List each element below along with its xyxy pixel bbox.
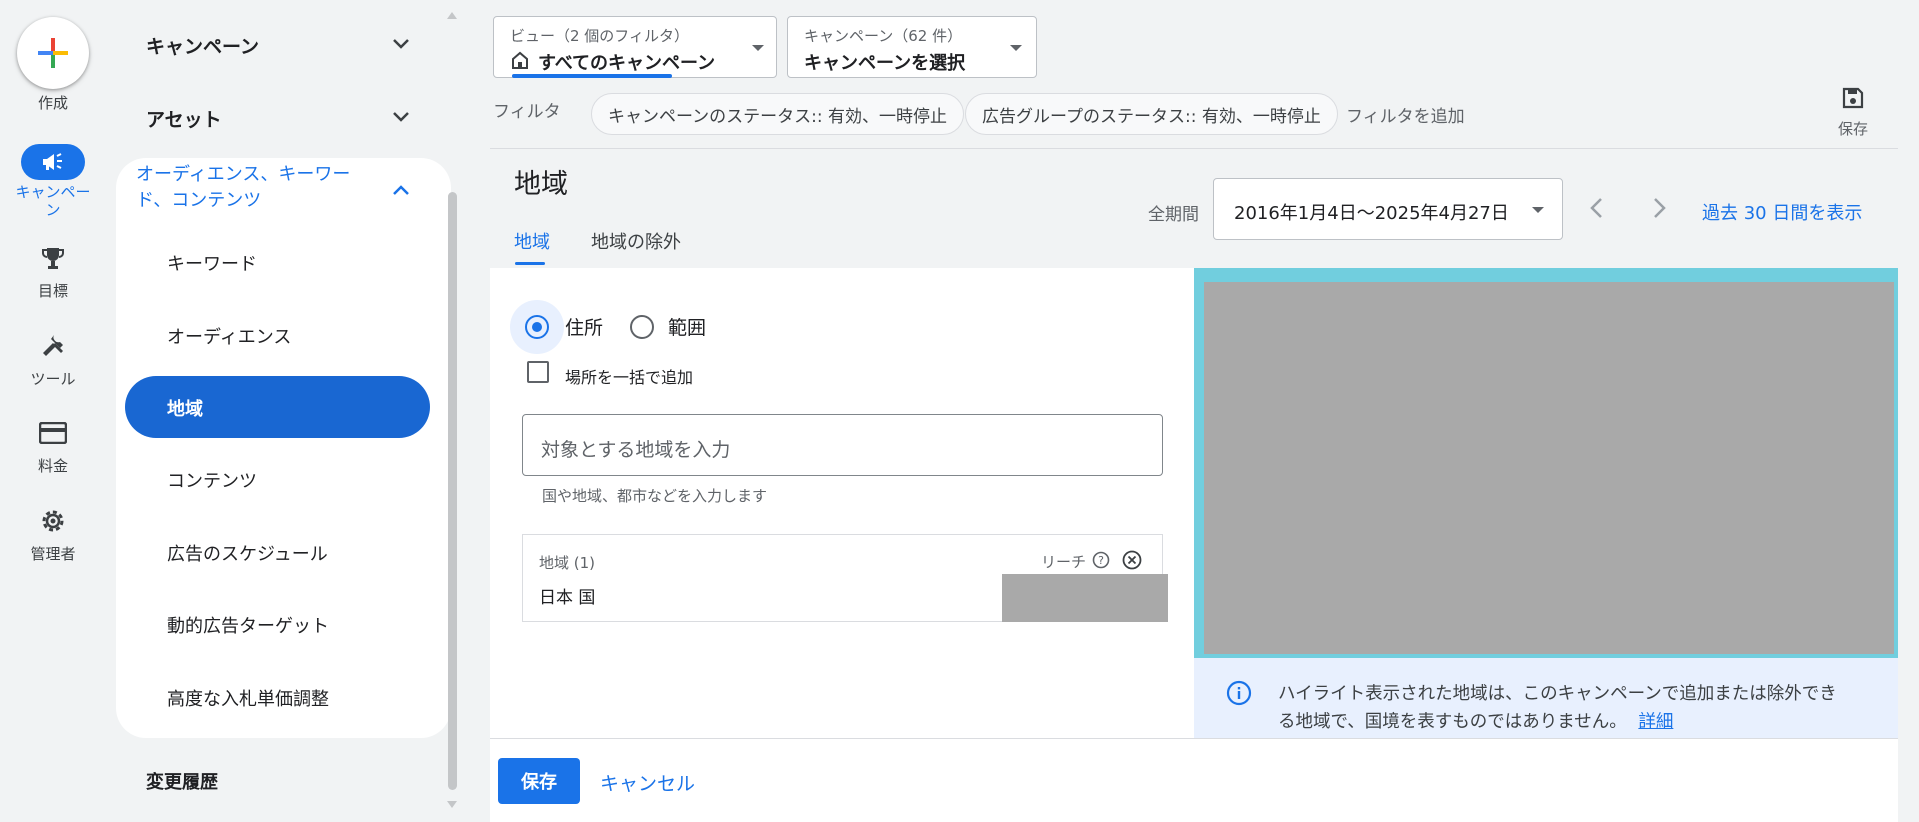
view-dropdown[interactable]: ビュー（2 個のフィルタ） すべてのキャンペーン [493, 16, 777, 78]
nav-sub-dynamic-ad-targets[interactable]: 動的広告ターゲット [167, 612, 329, 638]
page-title: 地域 [514, 169, 568, 200]
gear-icon [42, 510, 64, 532]
info-text-line2: る地域で、国境を表すものではありません。 詳細 [1278, 708, 1673, 733]
help-icon[interactable]: ? [1092, 551, 1110, 569]
nav-item-campaigns[interactable]: キャンペーン [146, 32, 259, 59]
home-icon [512, 51, 528, 69]
tab-indicator [515, 262, 545, 265]
caret-down-icon [752, 45, 764, 51]
map-redacted [1204, 282, 1894, 654]
location-item: 日本 国 [539, 588, 596, 608]
location-search-placeholder: 対象とする地域を入力 [541, 439, 731, 461]
chevron-down-icon[interactable] [386, 29, 416, 59]
rail-item-billing[interactable] [33, 418, 73, 448]
nav-section-title[interactable]: オーディエンス、キーワード、コンテンツ [136, 162, 366, 214]
bulk-add-checkbox[interactable] [527, 361, 549, 383]
info-text-line1: ハイライト表示された地域は、このキャンペーンで追加または除外でき [1278, 684, 1837, 704]
radio-address[interactable] [525, 315, 549, 339]
header-save-label: 保存 [1838, 120, 1869, 138]
view-dropdown-value: すべてのキャンペーン [538, 53, 716, 74]
svg-text:?: ? [1098, 554, 1104, 567]
chevron-left-icon[interactable] [1587, 196, 1607, 220]
right-gutter [1898, 148, 1919, 822]
map-info-banner: ハイライト表示された地域は、このキャンペーンで追加または除外でき る地域で、国境… [1194, 658, 1898, 738]
nav-section-card [116, 158, 451, 738]
main-area: ビュー（2 個のフィルタ） すべてのキャンペーン キャンペーン（62 件） キャ… [490, 0, 1919, 822]
rail-item-tools[interactable] [33, 330, 73, 360]
add-filter-button[interactable]: フィルタを追加 [1346, 102, 1465, 127]
date-range-dropdown[interactable]: 2016年1月4日〜2025年4月27日 [1213, 178, 1563, 240]
tools-icon [43, 335, 63, 356]
campaign-dropdown-value: キャンペーンを選択 [804, 53, 966, 74]
nav-sub-bid-adjustments[interactable]: 高度な入札単価調整 [167, 685, 329, 711]
save-button[interactable]: 保存 [498, 758, 580, 804]
left-rail: 作成 キャンペーン 目標 ツール 料金 管理者 [0, 0, 106, 822]
campaign-dropdown-caption: キャンペーン（62 件） [804, 27, 963, 45]
view-dropdown-caption: ビュー（2 個のフィルタ） [510, 27, 690, 45]
rail-label-goals: 目標 [37, 282, 68, 300]
plus-icon [38, 38, 68, 68]
secondary-nav: キャンペーン アセット オーディエンス、キーワード、コンテンツ キーワード オー… [106, 0, 476, 822]
radio-address-label: 住所 [565, 317, 604, 339]
rail-item-goals[interactable] [33, 243, 73, 273]
info-text-body: る地域で、国境を表すものではありません。 [1278, 712, 1627, 732]
remove-icon[interactable] [1122, 550, 1142, 570]
trophy-icon [42, 248, 64, 269]
period-label: 全期間 [1148, 205, 1199, 225]
header-divider [490, 148, 1898, 149]
rail-item-campaigns[interactable] [21, 144, 85, 180]
bulk-add-label: 場所を一括で追加 [565, 368, 694, 387]
rail-label-admin: 管理者 [30, 545, 76, 563]
info-icon [1226, 680, 1252, 706]
campaign-dropdown[interactable]: キャンペーン（62 件） キャンペーンを選択 [787, 16, 1037, 78]
cancel-button[interactable]: キャンセル [600, 769, 695, 796]
nav-sub-ad-schedule[interactable]: 広告のスケジュール [167, 540, 328, 566]
date-range-value: 2016年1月4日〜2025年4月27日 [1234, 203, 1509, 224]
rail-item-admin[interactable] [33, 506, 73, 536]
location-search-input[interactable]: 対象とする地域を入力 [522, 414, 1163, 476]
nav-sub-locations[interactable]: 地域 [167, 395, 203, 421]
chevron-right-icon[interactable] [1649, 196, 1669, 220]
nav-sub-audiences[interactable]: オーディエンス [167, 323, 291, 349]
create-button[interactable] [17, 17, 89, 89]
nav-scroll-thumb[interactable] [448, 192, 457, 790]
nav-item-change-history[interactable]: 変更履歴 [146, 768, 218, 794]
header-save-button[interactable]: 保存 [1828, 86, 1878, 138]
tab-excluded-locations[interactable]: 地域の除外 [591, 228, 681, 254]
radio-radius[interactable] [630, 315, 654, 339]
megaphone-icon [43, 153, 62, 170]
filter-chip-adgroup-status[interactable]: 広告グループのステータス:: 有効、一時停止 [965, 93, 1338, 135]
reach-label: リーチ [1041, 553, 1087, 571]
list-header: 地域 (1) [539, 554, 596, 572]
chevron-up-icon[interactable] [386, 175, 416, 205]
save-icon [1842, 87, 1864, 109]
rail-label-billing: 料金 [37, 457, 68, 475]
reach-value-redacted [1002, 574, 1168, 622]
create-label: 作成 [37, 94, 68, 112]
caret-down-icon [1532, 207, 1544, 213]
rail-label-tools: ツール [30, 370, 76, 388]
location-search-helper: 国や地域、都市などを入力します [542, 487, 768, 505]
form-footer [490, 738, 1898, 822]
nav-sub-content[interactable]: コンテンツ [167, 467, 257, 493]
credit-card-icon [39, 422, 67, 444]
radio-radius-label: 範囲 [668, 317, 707, 339]
filter-chip-campaign-status[interactable]: キャンペーンのステータス:: 有効、一時停止 [591, 93, 965, 135]
filter-label: フィルタ [493, 102, 561, 122]
nav-sub-keywords[interactable]: キーワード [167, 250, 257, 276]
caret-down-icon [1010, 45, 1022, 51]
rail-label-campaigns: キャンペーン [15, 183, 91, 219]
nav-item-assets[interactable]: アセット [146, 105, 222, 132]
chevron-down-icon[interactable] [386, 102, 416, 132]
info-details-link[interactable]: 詳細 [1638, 712, 1673, 732]
tab-locations[interactable]: 地域 [514, 228, 550, 254]
view-dropdown-underline [512, 74, 672, 78]
last-30-days-link[interactable]: 過去 30 日間を表示 [1702, 199, 1862, 225]
